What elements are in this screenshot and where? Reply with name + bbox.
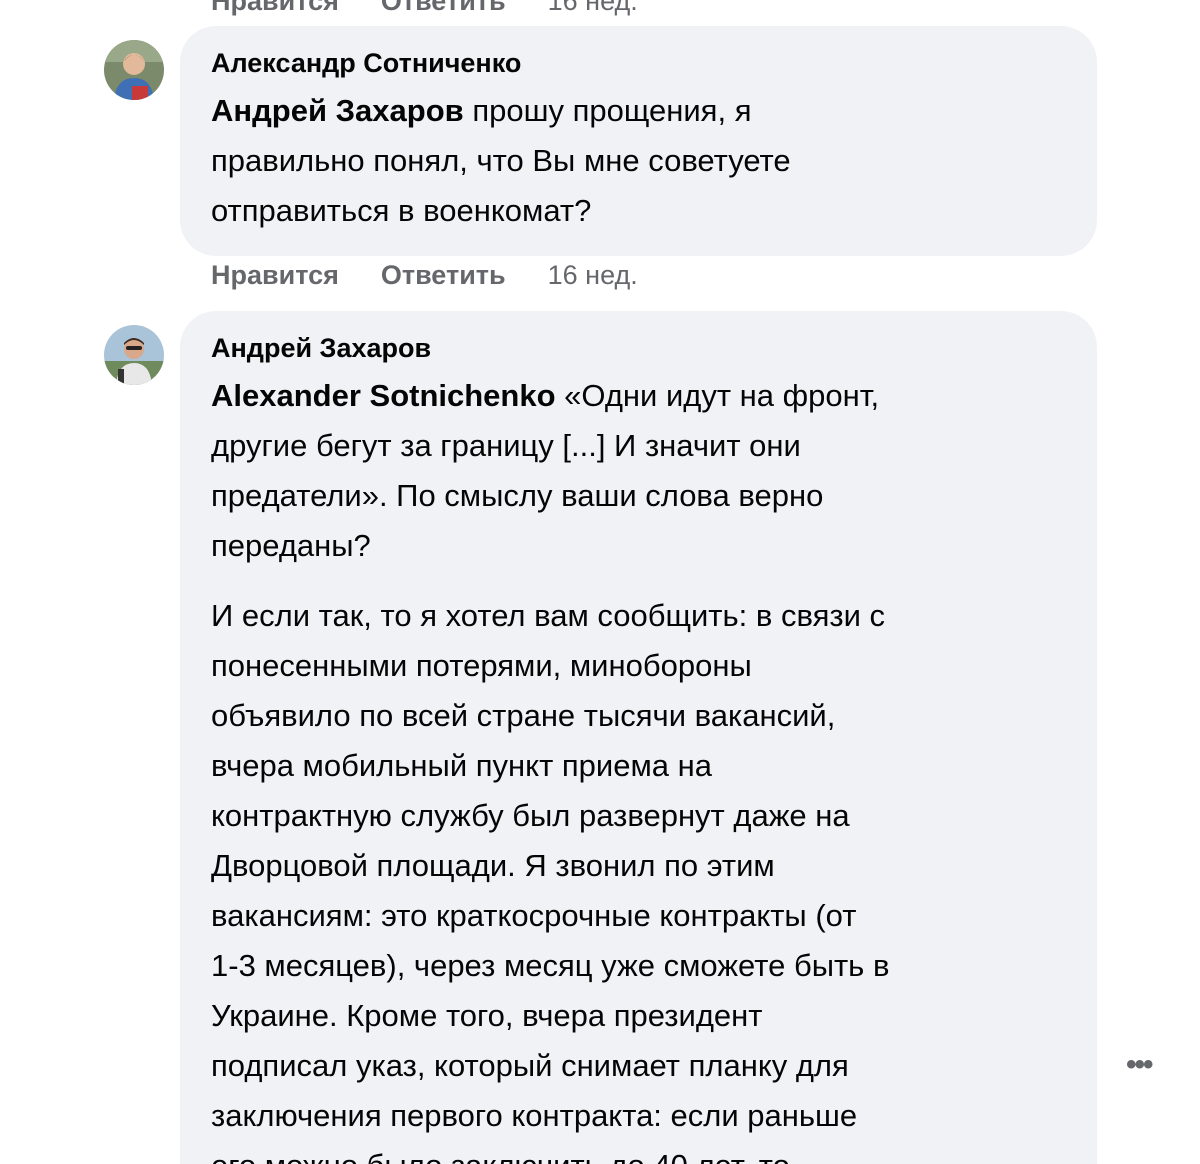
reply-link[interactable]: Ответить	[381, 260, 506, 291]
timestamp[interactable]: 16 нед.	[548, 0, 638, 17]
comment-text-line: 1-3 месяцев), через месяц уже сможете бы…	[211, 948, 890, 983]
comment-author[interactable]: Александр Сотниченко	[211, 46, 1067, 80]
comment-bubble: Андрей Захаров Alexander Sotnichenko «Од…	[180, 311, 1097, 1164]
comment-bubble: Александр Сотниченко Андрей Захаров прош…	[180, 26, 1097, 256]
comment-text-segment: прошу прощения, я	[463, 93, 752, 128]
comment-text-segment: предатели». По смыслу ваши слова верно	[211, 478, 824, 513]
comment-author[interactable]: Андрей Захаров	[211, 331, 1067, 365]
comment-text-segment: переданы?	[211, 528, 371, 563]
avatar[interactable]	[104, 40, 164, 100]
comment-text-line: заключения первого контракта: если раньш…	[211, 1098, 858, 1133]
comment: Александр Сотниченко Андрей Захаров прош…	[104, 26, 1097, 256]
comment-paragraph: Alexander Sotnichenko «Одни идут на фрон…	[211, 371, 1067, 571]
timestamp[interactable]: 16 нед.	[548, 260, 638, 291]
comment-text-line: Дворцовой площади. Я звонил по этим	[211, 848, 775, 883]
comment-text-line: подписал указ, который снимает планку дл…	[211, 1048, 849, 1083]
comment-text-line: объявило по всей стране тысячи вакансий,	[211, 698, 836, 733]
comment-text-segment: отправиться в военкомат?	[211, 193, 592, 228]
comment: Андрей Захаров Alexander Sotnichenko «Од…	[104, 311, 1097, 1164]
avatar[interactable]	[104, 325, 164, 385]
mention-link[interactable]: Alexander Sotnichenko	[211, 378, 556, 413]
comment-text: Alexander Sotnichenko «Одни идут на фрон…	[211, 371, 1067, 1164]
comment-text-line: контрактную службу был развернут даже на	[211, 798, 850, 833]
comment-text: Андрей Захаров прошу прощения, я правиль…	[211, 86, 1067, 236]
comment-text-segment: «Одни идут на фронт,	[555, 378, 880, 413]
comment-text-line: И если так, то я хотел вам сообщить: в с…	[211, 598, 886, 633]
previous-comment-actions: Нравится Ответить 16 нед.	[211, 0, 638, 17]
comment-paragraph: И если так, то я хотел вам сообщить: в с…	[211, 591, 1067, 1164]
comment-text-line: Украине. Кроме того, вчера президент	[211, 998, 763, 1033]
like-link[interactable]: Нравится	[211, 260, 339, 291]
comment-text-segment: правильно понял, что Вы мне советуете	[211, 143, 791, 178]
comments-thread: Нравится Ответить 16 нед. Александр Сотн…	[0, 0, 1200, 1164]
comment-text-line: понесенными потерями, минобороны	[211, 648, 752, 683]
comment-text-segment: другие бегут за границу [...] И значит о…	[211, 428, 801, 463]
comment-actions: Нравится Ответить 16 нед.	[211, 260, 638, 291]
comment-text-line: вакансиям: это краткосрочные контракты (…	[211, 898, 857, 933]
like-link[interactable]: Нравится	[211, 0, 339, 17]
more-options-icon[interactable]: •••	[1126, 1048, 1153, 1082]
mention-link[interactable]: Андрей Захаров	[211, 93, 464, 128]
comment-text-line: вчера мобильный пункт приема на	[211, 748, 712, 783]
comment-text-line: его можно было заключить до 40 лет, то	[211, 1148, 790, 1164]
reply-link[interactable]: Ответить	[381, 0, 506, 17]
